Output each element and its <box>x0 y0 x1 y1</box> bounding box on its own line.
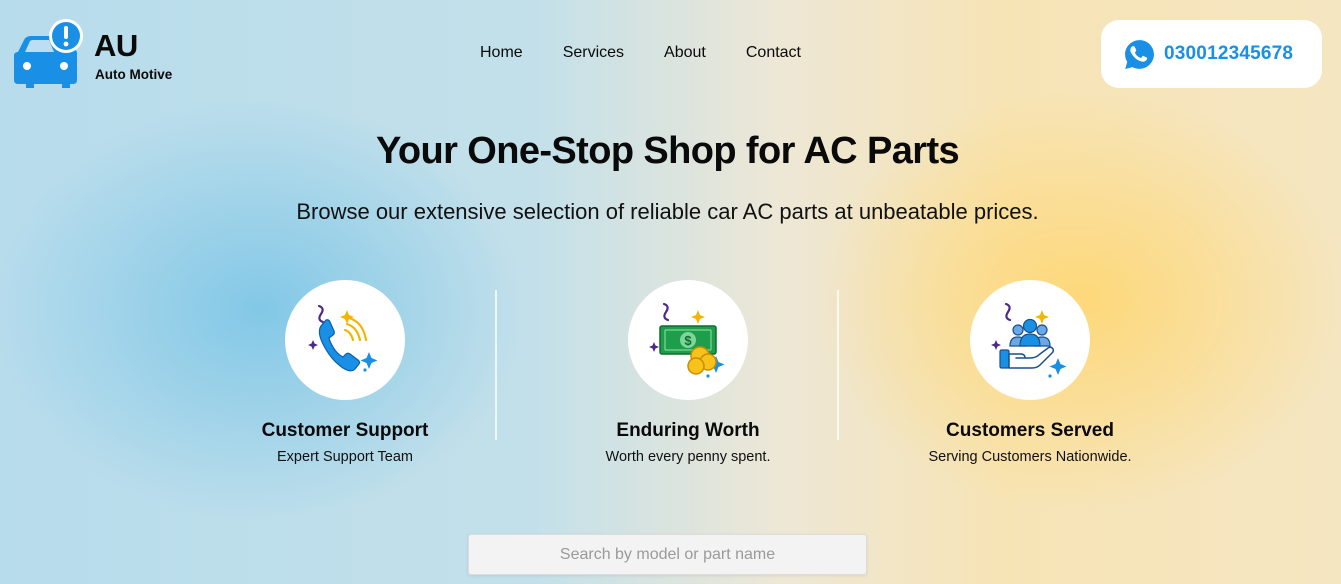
feature-divider <box>837 290 839 440</box>
whatsapp-contact-button[interactable]: 03001234567​8 <box>1101 20 1322 88</box>
feature-description: Expert Support Team <box>277 449 413 465</box>
hero-subtitle: Browse our extensive selection of reliab… <box>296 199 1039 224</box>
brand-title: AU <box>94 28 138 63</box>
feature-description: Serving Customers Nationwide. <box>928 449 1132 465</box>
feature-title: Customers Served <box>946 420 1114 441</box>
phone-number: 03001234567​8 <box>1164 43 1294 64</box>
svg-text:$: $ <box>684 333 692 348</box>
whatsapp-icon <box>1125 39 1154 69</box>
main-nav: Home Services About Contact <box>480 44 801 62</box>
feature-icon-circle <box>285 280 405 400</box>
search-input[interactable] <box>468 534 867 575</box>
feature-customers-served: Customers Served Serving Customers Natio… <box>880 280 1180 465</box>
car-alert-icon <box>14 19 83 88</box>
phone-support-icon <box>308 304 378 372</box>
feature-icon-circle: $ <box>628 280 748 400</box>
customers-hand-icon <box>991 302 1067 378</box>
feature-divider <box>495 290 497 440</box>
feature-enduring-worth: $ Enduring Worth Worth every penny spent… <box>538 280 838 465</box>
brand-subtitle: Auto Motive <box>95 67 173 82</box>
brand-logo[interactable]: AU Auto Motive <box>14 18 194 90</box>
feature-title: Enduring Worth <box>616 420 760 441</box>
hero-title: Your One-Stop Shop for AC Parts <box>375 130 960 172</box>
feature-customer-support: Customer Support Expert Support Team <box>195 280 495 465</box>
nav-home[interactable]: Home <box>480 44 523 62</box>
money-coins-icon: $ <box>649 302 725 378</box>
feature-title: Customer Support <box>261 420 429 441</box>
feature-description: Worth every penny spent. <box>605 449 771 465</box>
nav-services[interactable]: Services <box>563 44 624 62</box>
feature-icon-circle <box>970 280 1090 400</box>
nav-contact[interactable]: Contact <box>746 44 801 62</box>
nav-about[interactable]: About <box>664 44 706 62</box>
